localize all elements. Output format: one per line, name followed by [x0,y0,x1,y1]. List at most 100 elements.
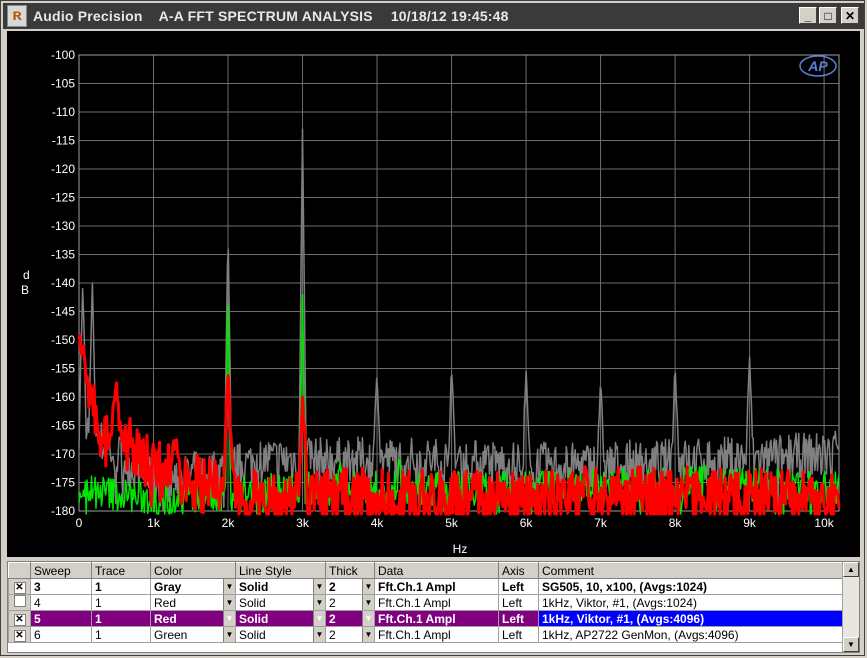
trace-peak-point [540,470,542,472]
cell-thick[interactable]: 2 ▼ [325,594,375,611]
y-axis-label-d: d [23,268,30,282]
checkbox-icon[interactable] [13,595,26,607]
trace-peak-point [674,362,676,364]
trace-peak-point [816,482,818,483]
cell-comment[interactable]: 1kHz, Viktor, #1, (Avgs:4096) [538,610,845,627]
trace-peak-point [585,464,587,466]
trace-peak-point [451,362,453,364]
chevron-down-icon[interactable]: ▼ [362,579,374,594]
cell-line-style[interactable]: Solid ▼ [235,594,326,611]
cell-thick[interactable]: 2 ▼ [325,578,375,595]
maximize-button[interactable]: □ [819,7,837,24]
x-tick-label: 2k [222,516,236,530]
cell-comment[interactable]: 1kHz, Viktor, #1, (Avgs:1024) [538,594,845,611]
x-tick-label: 8k [669,516,683,530]
header-trace[interactable]: Trace [91,562,151,579]
chevron-down-icon[interactable]: ▼ [362,611,374,626]
cell-thick[interactable]: 2 ▼ [325,626,375,643]
cell-comment[interactable]: SG505, 10, x100, (Avgs:1024) [538,578,845,595]
app-logo-icon[interactable]: ʀ [7,5,27,27]
legend-scrollbar[interactable]: ▲ ▼ [842,562,859,652]
cell-thick[interactable]: 2 ▼ [325,610,375,627]
trace-peak-point [82,345,84,347]
legend-row[interactable]: 4 1 Red ▼ Solid ▼ 2 ▼ Fft.Ch.1 Ampl Left 1kHz, Vik… [8,594,845,611]
chevron-down-icon[interactable]: ▼ [313,611,325,626]
chevron-down-icon[interactable]: ▼ [313,627,325,642]
fft-spectrum-chart[interactable]: -100 -105 -110 -115 -120 -125 -130 -135 -140 -145… [7,31,860,557]
scroll-down-button[interactable]: ▼ [843,637,859,652]
close-button[interactable]: ✕ [841,7,859,24]
header-comment[interactable]: Comment [538,562,845,579]
trace-series-3[interactable] [77,333,841,516]
plot-area[interactable]: -100 -105 -110 -115 -120 -125 -130 -135 -140 -145… [7,31,860,557]
x-tick-label: 1k [147,516,161,530]
cell-sweep[interactable]: 6 [30,626,92,643]
cell-trace[interactable]: 1 [91,610,151,627]
cell-axis[interactable]: Left [498,610,539,627]
cell-color[interactable]: Gray ▼ [150,578,236,595]
header-check [8,562,31,579]
header-data[interactable]: Data [374,562,499,579]
cell-data[interactable]: Fft.Ch.1 Ampl [374,594,499,611]
row-checkbox[interactable] [8,594,31,611]
cell-axis[interactable]: Left [498,626,539,643]
color-value: Gray [154,579,182,594]
chevron-down-icon[interactable]: ▼ [362,595,374,610]
chevron-down-icon[interactable]: ▼ [223,611,235,626]
x-tick-label: 10k [814,516,834,530]
scroll-up-button[interactable]: ▲ [843,562,859,577]
cell-color[interactable]: Green ▼ [150,626,236,643]
cell-sweep[interactable]: 3 [30,578,92,595]
row-checkbox[interactable]: ✕ [8,626,31,643]
cell-data[interactable]: Fft.Ch.1 Ampl [374,610,499,627]
legend-row[interactable]: ✕ 5 1 Red ▼ Solid ▼ 2 ▼ Fft.Ch.1 Ampl Left 1kHz, Vi… [8,610,845,627]
y-tick-label: -135 [51,248,75,262]
header-sweep[interactable]: Sweep [30,562,92,579]
y-tick-label: -145 [51,305,75,319]
cell-color[interactable]: Red ▼ [150,610,236,627]
cell-data[interactable]: Fft.Ch.1 Ampl [374,578,499,595]
header-color[interactable]: Color [150,562,236,579]
trace-peak-point [227,282,229,284]
chevron-down-icon[interactable]: ▼ [223,595,235,610]
sweep-legend-table[interactable]: Sweep Trace Color Line Style Thick Data … [7,561,860,653]
trace-peak-point [91,282,93,284]
cell-trace[interactable]: 1 [91,626,151,643]
cell-comment[interactable]: 1kHz, AP2722 GenMon, (Avgs:4096) [538,626,845,643]
cell-axis[interactable]: Left [498,594,539,611]
header-axis[interactable]: Axis [498,562,539,579]
trace-series-1[interactable] [78,128,840,515]
row-checkbox[interactable]: ✕ [8,578,31,595]
cell-sweep[interactable]: 5 [30,610,92,627]
y-tick-label: -120 [51,162,75,176]
header-line-style[interactable]: Line Style [235,562,326,579]
y-tick-label: -170 [51,447,75,461]
cell-trace[interactable]: 1 [91,594,151,611]
row-checkbox[interactable]: ✕ [8,610,31,627]
cell-line-style[interactable]: Solid ▼ [235,626,326,643]
cell-line-style[interactable]: Solid ▼ [235,610,326,627]
checkbox-icon[interactable]: ✕ [13,582,26,594]
cell-trace[interactable]: 1 [91,578,151,595]
legend-row[interactable]: ✕ 6 1 Green ▼ Solid ▼ 2 ▼ Fft.Ch.1 Ampl Left 1kHz, … [8,626,845,643]
chevron-down-icon[interactable]: ▼ [313,579,325,594]
trace-peak-point [525,370,527,372]
title-bar[interactable]: ʀ Audio Precision A-A FFT SPECTRUM ANALY… [3,3,864,29]
thick-value: 2 [329,627,336,642]
cell-axis[interactable]: Left [498,578,539,595]
checkbox-icon[interactable]: ✕ [13,630,26,642]
cell-sweep[interactable]: 4 [30,594,92,611]
chevron-down-icon[interactable]: ▼ [362,627,374,642]
line-style-value: Solid [239,611,269,626]
legend-row[interactable]: ✕ 3 1 Gray ▼ Solid ▼ 2 ▼ Fft.Ch.1 Ampl Left SG505, … [8,578,845,595]
cell-color[interactable]: Red ▼ [150,594,236,611]
checkbox-icon[interactable]: ✕ [13,614,26,626]
chevron-down-icon[interactable]: ▼ [313,595,325,610]
header-thick[interactable]: Thick [325,562,375,579]
chevron-down-icon[interactable]: ▼ [223,579,235,594]
y-tick-label: -125 [51,191,75,205]
cell-data[interactable]: Fft.Ch.1 Ampl [374,626,499,643]
minimize-button[interactable]: _ [799,7,817,24]
cell-line-style[interactable]: Solid ▼ [235,578,326,595]
chevron-down-icon[interactable]: ▼ [223,627,235,642]
